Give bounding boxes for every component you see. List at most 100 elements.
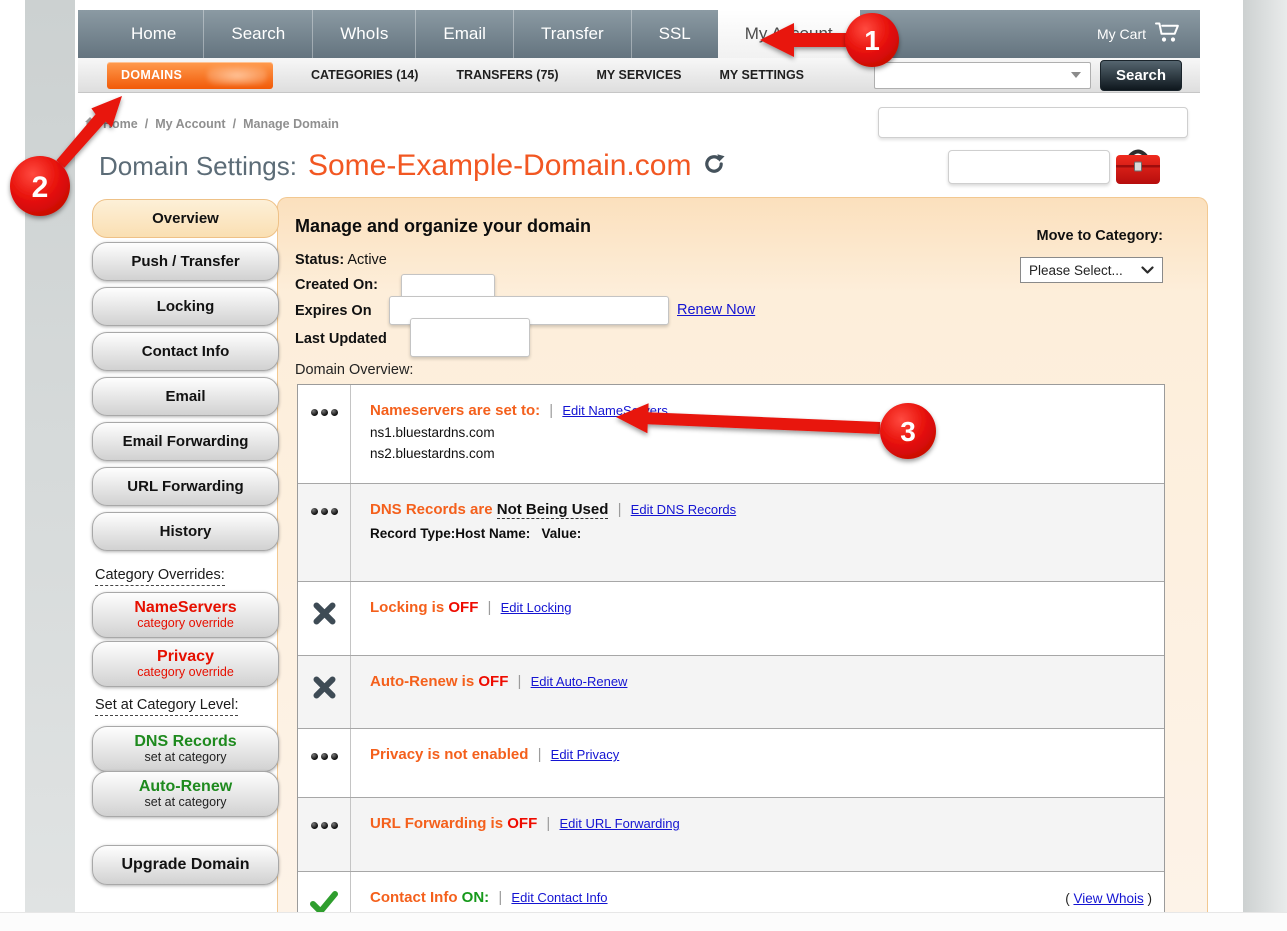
row-title: Nameservers are set to: bbox=[370, 402, 540, 419]
subnav-tab-transfers[interactable]: TRANSFERS (75) bbox=[456, 68, 558, 82]
domain-overview-table: Nameservers are set to: | Edit NameServe… bbox=[297, 384, 1165, 931]
redacted-info-box bbox=[878, 107, 1188, 138]
shopping-cart-icon bbox=[1155, 22, 1182, 46]
x-mark-icon bbox=[298, 582, 351, 655]
subnav-tab-categories[interactable]: CATEGORIES (14) bbox=[311, 68, 418, 82]
row-title: Privacy is not enabled bbox=[370, 746, 528, 763]
subnav-tab-my-services[interactable]: MY SERVICES bbox=[597, 68, 682, 82]
row-status-off: OFF bbox=[478, 673, 508, 690]
row-title: Auto-Renew is bbox=[370, 673, 474, 690]
subnav-tab-domains[interactable]: DOMAINS bbox=[107, 62, 273, 89]
edit-nameservers-link[interactable]: Edit NameServers bbox=[562, 403, 667, 418]
ellipsis-icon bbox=[298, 729, 351, 797]
sidebar-item-history[interactable]: History bbox=[92, 512, 279, 551]
x-mark-icon bbox=[298, 656, 351, 728]
breadcrumb-my-account[interactable]: My Account bbox=[155, 117, 225, 131]
row-title: Contact Info bbox=[370, 889, 458, 906]
toolbox-icon[interactable] bbox=[1114, 146, 1162, 193]
table-row-url-forwarding: URL Forwarding is OFF | Edit URL Forward… bbox=[298, 797, 1164, 871]
view-whois-link[interactable]: View Whois bbox=[1073, 891, 1143, 906]
nameserver-1: ns1.bluestardns.com bbox=[370, 425, 1150, 440]
category-overrides-label: Category Overrides: bbox=[95, 567, 225, 583]
right-margin-strip bbox=[1243, 0, 1287, 912]
created-on-label: Created On: bbox=[295, 277, 378, 293]
nav-tab-my-account[interactable]: My Account bbox=[718, 10, 860, 58]
screenshot-stage: Home Search WhoIs Email Transfer SSL My … bbox=[0, 0, 1287, 931]
breadcrumb-separator: / bbox=[145, 117, 148, 131]
sidebar-item-contact-info[interactable]: Contact Info bbox=[92, 332, 279, 371]
domains-label: DOMAINS bbox=[121, 68, 182, 82]
row-title: Locking is bbox=[370, 599, 444, 616]
breadcrumb-home[interactable]: Home bbox=[103, 117, 138, 131]
move-to-category-label: Move to Category: bbox=[1012, 228, 1163, 244]
account-subnav: DOMAINS CATEGORIES (14) TRANSFERS (75) M… bbox=[78, 58, 1200, 93]
refresh-icon[interactable] bbox=[702, 152, 726, 181]
status-value: Active bbox=[347, 252, 387, 268]
category-select-value: Please Select... bbox=[1029, 263, 1123, 278]
renew-now-link[interactable]: Renew Now bbox=[677, 302, 755, 318]
domain-search-combobox[interactable] bbox=[874, 62, 1091, 89]
breadcrumb-separator: / bbox=[233, 117, 236, 131]
edit-locking-link[interactable]: Edit Locking bbox=[501, 600, 572, 615]
ellipsis-icon bbox=[298, 484, 351, 581]
status-line: Status: Active bbox=[295, 252, 387, 268]
last-updated-label: Last Updated bbox=[295, 331, 387, 347]
sidebar-item-privacy-override[interactable]: Privacy category override bbox=[92, 641, 279, 687]
nameserver-2: ns2.bluestardns.com bbox=[370, 446, 1150, 461]
page-title: Domain Settings: Some-Example-Domain.com bbox=[99, 149, 726, 183]
sidebar-item-nameservers-override[interactable]: NameServers category override bbox=[92, 592, 279, 638]
my-cart-label: My Cart bbox=[1097, 26, 1146, 42]
edit-privacy-link[interactable]: Edit Privacy bbox=[551, 747, 620, 762]
redacted-count-blur bbox=[207, 66, 267, 85]
home-icon bbox=[84, 116, 96, 131]
edit-dns-records-link[interactable]: Edit DNS Records bbox=[631, 502, 736, 517]
sidebar-item-auto-renew-category[interactable]: Auto-Renew set at category bbox=[92, 771, 279, 817]
redacted-updated-date bbox=[410, 318, 530, 357]
renew-now-wrap: Renew Now bbox=[677, 302, 755, 318]
breadcrumb-manage-domain[interactable]: Manage Domain bbox=[243, 117, 339, 131]
sidebar-item-overview[interactable]: Overview bbox=[92, 199, 279, 238]
category-select[interactable]: Please Select... bbox=[1020, 257, 1163, 283]
dns-record-columns: Record Type:Host Name: Value: bbox=[370, 526, 1150, 541]
edit-auto-renew-link[interactable]: Edit Auto-Renew bbox=[531, 674, 628, 689]
domain-name: Some-Example-Domain.com bbox=[308, 149, 691, 183]
table-row-privacy: Privacy is not enabled | Edit Privacy bbox=[298, 728, 1164, 797]
page-title-prefix: Domain Settings: bbox=[99, 151, 297, 182]
nav-tab-transfer[interactable]: Transfer bbox=[513, 10, 631, 58]
ellipsis-icon bbox=[298, 798, 351, 871]
my-cart-button[interactable]: My Cart bbox=[1097, 10, 1182, 58]
redacted-domain-box bbox=[948, 150, 1110, 184]
edit-url-forwarding-link[interactable]: Edit URL Forwarding bbox=[560, 816, 680, 831]
search-button[interactable]: Search bbox=[1100, 60, 1182, 91]
nav-tabs: Home Search WhoIs Email Transfer SSL My … bbox=[104, 10, 860, 58]
sidebar-item-locking[interactable]: Locking bbox=[92, 287, 279, 326]
row-title: URL Forwarding is bbox=[370, 815, 503, 832]
row-title: DNS Records are bbox=[370, 501, 493, 518]
chevron-down-icon bbox=[1141, 266, 1154, 274]
set-at-category-label: Set at Category Level: bbox=[95, 697, 238, 713]
content-heading: Manage and organize your domain bbox=[295, 216, 591, 237]
table-row-dns-records: DNS Records are Not Being Used | Edit DN… bbox=[298, 483, 1164, 581]
subnav-tab-my-settings[interactable]: MY SETTINGS bbox=[720, 68, 805, 82]
nav-tab-ssl[interactable]: SSL bbox=[631, 10, 718, 58]
sidebar-item-url-forwarding[interactable]: URL Forwarding bbox=[92, 467, 279, 506]
row-emphasis: Not Being Used bbox=[497, 501, 609, 519]
nav-tab-whois[interactable]: WhoIs bbox=[312, 10, 415, 58]
nav-tab-search[interactable]: Search bbox=[203, 10, 312, 58]
sidebar-item-push-transfer[interactable]: Push / Transfer bbox=[92, 242, 279, 281]
row-status-on: ON: bbox=[462, 889, 490, 906]
upgrade-domain-button[interactable]: Upgrade Domain bbox=[92, 845, 279, 885]
view-whois-wrap: ( View Whois ) bbox=[1065, 891, 1152, 906]
sidebar-item-dns-records-category[interactable]: DNS Records set at category bbox=[92, 726, 279, 772]
expires-on-label: Expires On bbox=[295, 303, 372, 319]
breadcrumb: Home / My Account / Manage Domain bbox=[84, 116, 339, 131]
edit-contact-info-link[interactable]: Edit Contact Info bbox=[511, 890, 607, 905]
nav-tab-email[interactable]: Email bbox=[415, 10, 513, 58]
left-margin-strip bbox=[25, 0, 75, 912]
row-status-off: OFF bbox=[507, 815, 537, 832]
sidebar-item-email[interactable]: Email bbox=[92, 377, 279, 416]
nav-tab-home[interactable]: Home bbox=[104, 10, 203, 58]
table-row-locking: Locking is OFF | Edit Locking bbox=[298, 581, 1164, 655]
sidebar-item-email-forwarding[interactable]: Email Forwarding bbox=[92, 422, 279, 461]
chevron-down-icon bbox=[1071, 72, 1081, 78]
